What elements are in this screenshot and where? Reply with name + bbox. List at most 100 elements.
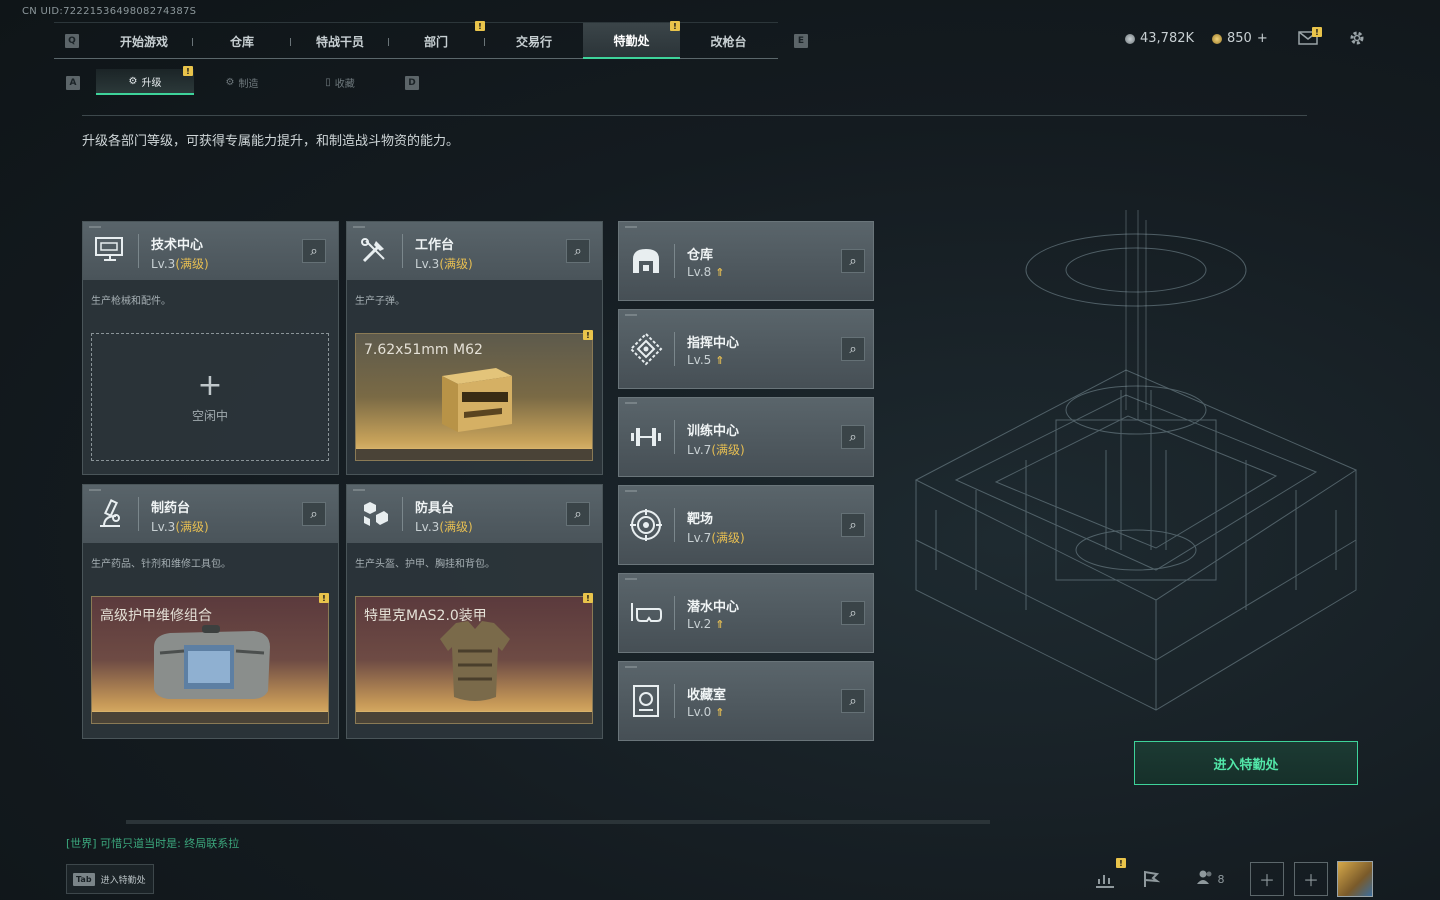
upgrade-alert-badge: !: [183, 66, 193, 76]
add-icon: +: [197, 367, 223, 403]
plus-icon: ＋: [1302, 871, 1319, 890]
header-divider: [82, 115, 1307, 116]
idle-label: 空闲中: [191, 408, 228, 423]
search-button[interactable]: ⌕: [841, 425, 865, 449]
player-avatar[interactable]: [1337, 861, 1373, 897]
card-level: Lv.7(满级): [687, 443, 745, 457]
upgrade-arrow-icon: ⇑: [715, 266, 725, 279]
subtab-collection[interactable]: ▯ 收藏: [292, 69, 388, 95]
friends-button[interactable]: 8: [1190, 862, 1230, 896]
nav-key-left[interactable]: Q: [65, 34, 79, 48]
tab-shortcut-hint[interactable]: Tab 进入特勤处: [66, 864, 154, 894]
tab-operators[interactable]: 特战干员: [292, 23, 388, 59]
search-button[interactable]: ⌕: [566, 502, 590, 526]
card-level: Lv.0 ⇑: [687, 705, 725, 719]
corner-mark: [625, 666, 637, 668]
repair-kit-bag-image: [144, 623, 278, 703]
friends-icon: [1196, 869, 1214, 889]
add-squad-slot-button[interactable]: ＋: [1294, 862, 1328, 896]
card-title: 收藏室: [687, 688, 727, 703]
microscope-icon: [93, 497, 127, 531]
world-chat-message[interactable]: [世界] 可惜只道当时是: 终局联系拉: [66, 835, 239, 851]
card-description: 生产头盔、护甲、胸挂和背包。: [355, 559, 495, 570]
corner-mark: [89, 226, 101, 228]
facility-wireframe-illustration: [876, 210, 1406, 750]
tab-gunsmith[interactable]: 改枪台: [680, 23, 777, 59]
dept-card-storage[interactable]: 仓库 Lv.8 ⇑ ⌕: [618, 221, 874, 301]
search-button[interactable]: ⌕: [302, 239, 326, 263]
divider: [402, 234, 403, 268]
search-button[interactable]: ⌕: [841, 601, 865, 625]
item-name: 高级护甲维修组合: [100, 608, 212, 624]
subtab-upgrade-label: 升级: [141, 77, 162, 89]
dept-card-tech-center[interactable]: 技术中心 Lv.3(满级) ⌕ 生产枪械和配件。 + 空闲中: [82, 221, 339, 475]
dept-card-shooting-range[interactable]: 靶场 Lv.7(满级) ⌕: [618, 485, 874, 565]
currency-points[interactable]: 850 +: [1212, 31, 1268, 46]
item-name: 7.62x51mm M62: [364, 342, 483, 358]
subnav-key-right[interactable]: D: [405, 76, 419, 90]
dept-card-training-center[interactable]: 训练中心 Lv.7(满级) ⌕: [618, 397, 874, 477]
corner-mark: [89, 489, 101, 491]
production-slot-empty[interactable]: + 空闲中: [91, 333, 329, 461]
card-description: 生产枪械和配件。: [91, 296, 171, 307]
upgrade-arrow-icon: ⇑: [715, 618, 725, 631]
subtab-manufacture-label: 制造: [238, 78, 259, 90]
card-title: 潜水中心: [687, 600, 740, 615]
coin-icon: [1125, 33, 1135, 44]
tab-special-ops[interactable]: 特勤处: [583, 23, 680, 59]
search-button[interactable]: ⌕: [841, 249, 865, 273]
warehouse-icon: [629, 244, 663, 278]
search-button[interactable]: ⌕: [566, 239, 590, 263]
card-description: 生产药品、针剂和维修工具包。: [91, 559, 231, 570]
search-button[interactable]: ⌕: [302, 502, 326, 526]
points-icon: [1212, 33, 1222, 44]
dept-card-armor-bench[interactable]: 防具台 Lv.3(满级) ⌕ 生产头盔、护甲、胸挂和背包。 特里克MAS2.0装…: [346, 484, 603, 739]
tab-key: Tab: [73, 872, 95, 886]
department-alert-badge: !: [475, 21, 485, 31]
dept-card-pharmacy[interactable]: 制药台 Lv.3(满级) ⌕ 生产药品、针剂和维修工具包。 高级护甲维修组合 !: [82, 484, 339, 739]
tab-department[interactable]: 部门: [388, 23, 484, 59]
slot-alert-badge: !: [319, 593, 329, 603]
add-squad-slot-button[interactable]: ＋: [1250, 862, 1284, 896]
dept-card-command-center[interactable]: 指挥中心 Lv.5 ⇑ ⌕: [618, 309, 874, 389]
tab-warehouse[interactable]: 仓库: [194, 23, 290, 59]
dept-card-collection-room[interactable]: 收藏室 Lv.0 ⇑ ⌕: [618, 661, 874, 741]
ammo-box-image: [438, 362, 516, 434]
tab-trading[interactable]: 交易行: [486, 23, 582, 59]
card-title: 技术中心: [151, 238, 204, 253]
subtab-upgrade[interactable]: ⚙ 升级: [96, 69, 194, 95]
search-button[interactable]: ⌕: [841, 689, 865, 713]
production-slot-active[interactable]: 特里克MAS2.0装甲: [355, 596, 593, 724]
enter-special-ops-button[interactable]: 进入特勤处: [1134, 741, 1358, 785]
divider: [674, 332, 675, 366]
card-level: Lv.3(满级): [151, 257, 209, 271]
card-title: 仓库: [687, 248, 714, 263]
production-slot-active[interactable]: 7.62x51mm M62: [355, 333, 593, 461]
corner-mark: [625, 314, 637, 316]
card-level: Lv.8 ⇑: [687, 265, 725, 279]
card-level: Lv.2 ⇑: [687, 617, 725, 631]
timeline-track: [126, 820, 990, 824]
friends-count: 8: [1217, 872, 1225, 886]
target-icon: [629, 508, 663, 542]
subnav-key-left[interactable]: A: [66, 76, 80, 90]
divider: [674, 508, 675, 542]
flag-icon[interactable]: [1134, 862, 1168, 896]
corner-mark: [625, 402, 637, 404]
nav-separator: [290, 38, 291, 46]
tab-start-game[interactable]: 开始游戏: [96, 23, 192, 59]
nav-separator: [484, 38, 485, 46]
search-button[interactable]: ⌕: [841, 337, 865, 361]
dept-card-diving-center[interactable]: 潜水中心 Lv.2 ⇑ ⌕: [618, 573, 874, 653]
search-button[interactable]: ⌕: [841, 513, 865, 537]
nav-key-right[interactable]: E: [794, 34, 808, 48]
settings-gear-icon[interactable]: [1346, 28, 1368, 48]
card-header: 制药台 Lv.3(满级) ⌕: [83, 485, 338, 543]
collection-icon: [629, 684, 663, 718]
user-uid: CN UID:7222153649808274387S: [22, 6, 197, 17]
subtab-manufacture[interactable]: ⚙ 制造: [194, 69, 290, 95]
dept-card-workbench[interactable]: 工作台 Lv.3(满级) ⌕ 生产子弹。 7.62x51mm M62 !: [346, 221, 603, 475]
add-points-button[interactable]: +: [1257, 31, 1268, 46]
production-slot-active[interactable]: 高级护甲维修组合: [91, 596, 329, 724]
card-level: Lv.7(满级): [687, 531, 745, 545]
